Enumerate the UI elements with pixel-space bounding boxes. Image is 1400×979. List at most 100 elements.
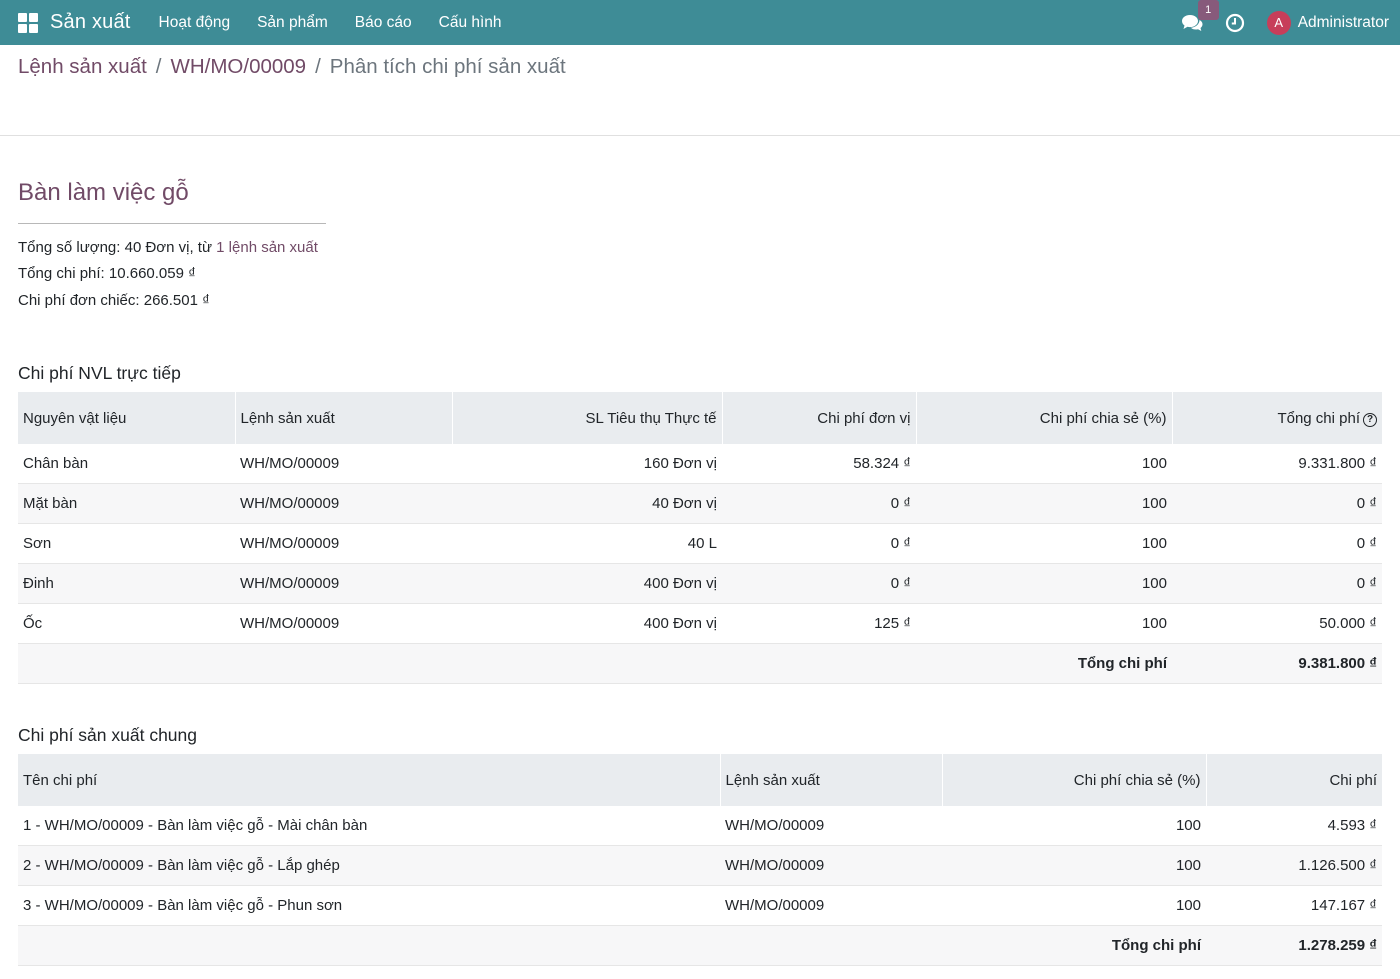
cell-share: 100 <box>916 444 1172 484</box>
overhead-section-title: Chi phí sản xuất chung <box>18 725 198 745</box>
header-divider <box>0 135 1400 136</box>
materials-section-title: Chi phí NVL trực tiếp <box>18 363 181 383</box>
empty-cell <box>720 925 942 966</box>
table-row: 1 - WH/MO/00009 - Bàn làm việc gỗ - Mài … <box>18 806 1382 846</box>
cell-material: Đinh <box>18 563 235 604</box>
menu-hoat-dong[interactable]: Hoạt động <box>159 14 231 32</box>
table-row: Ốc WH/MO/00009 400 Đơn vị 125 ₫ 100 50.0… <box>18 603 1382 644</box>
col-total-cost-label: Tổng chi phí <box>1277 409 1360 427</box>
cell-material: Sơn <box>18 523 235 564</box>
total-label: Tổng chi phí <box>916 643 1172 684</box>
empty-cell <box>18 643 235 684</box>
messages-button[interactable]: 1 <box>1181 0 1219 33</box>
cell-total: 0 ₫ <box>1172 563 1382 604</box>
cell-cost: 147.167 ₫ <box>1206 885 1382 926</box>
menu-san-pham[interactable]: Sản phẩm <box>257 14 328 32</box>
cell-order: WH/MO/00009 <box>235 563 452 604</box>
col-unit-cost: Chi phí đơn vị <box>722 392 917 444</box>
summary-unit-cost: Chi phí đơn chiếc: 266.501 ₫ <box>18 292 210 309</box>
cell-qty: 400 Đơn vị <box>452 563 722 604</box>
empty-cell <box>452 643 722 684</box>
total-value: 9.381.800 ₫ <box>1172 643 1382 684</box>
cell-cost: 4.593 ₫ <box>1206 806 1382 846</box>
cell-unit-cost: 58.324 ₫ <box>722 444 916 484</box>
cell-share: 100 <box>916 483 1172 524</box>
cell-order: WH/MO/00009 <box>235 483 452 524</box>
apps-grid-icon[interactable] <box>18 12 38 33</box>
cell-order: WH/MO/00009 <box>235 523 452 564</box>
total-row: Tổng chi phí 1.278.259 ₫ <box>18 925 1382 966</box>
cell-total: 0 ₫ <box>1172 483 1382 524</box>
cell-order: WH/MO/00009 <box>235 444 452 484</box>
cell-total: 0 ₫ <box>1172 523 1382 564</box>
breadcrumb-current: Phân tích chi phí sản xuất <box>329 55 566 78</box>
activity-clock-icon[interactable] <box>1225 13 1245 33</box>
table-row: Chân bàn WH/MO/00009 160 Đơn vị 58.324 ₫… <box>18 444 1382 484</box>
total-row: Tổng chi phí 9.381.800 ₫ <box>18 643 1382 684</box>
table-row: Mặt bàn WH/MO/00009 40 Đơn vị 0 ₫ 100 0 … <box>18 483 1382 524</box>
table-row: Sơn WH/MO/00009 40 L 0 ₫ 100 0 ₫ <box>18 523 1382 564</box>
help-icon[interactable]: ? <box>1363 412 1377 427</box>
user-avatar[interactable]: A <box>1266 10 1291 35</box>
empty-cell <box>235 643 452 684</box>
cell-cost-name: 2 - WH/MO/00009 - Bàn làm việc gỗ - Lắp … <box>18 845 720 886</box>
col-material: Nguyên vật liệu <box>18 392 236 444</box>
cell-total: 9.331.800 ₫ <box>1172 444 1382 484</box>
empty-cell <box>18 925 720 966</box>
cell-share: 100 <box>916 603 1172 644</box>
cell-total: 50.000 ₫ <box>1172 603 1382 644</box>
cell-material: Mặt bàn <box>18 483 235 524</box>
cell-share: 100 <box>916 523 1172 564</box>
cell-unit-cost: 0 ₫ <box>722 483 916 524</box>
table-row: 2 - WH/MO/00009 - Bàn làm việc gỗ - Lắp … <box>18 845 1382 886</box>
messages-count-badge: 1 <box>1197 0 1219 20</box>
cell-qty: 40 L <box>452 523 722 564</box>
total-value: 1.278.259 ₫ <box>1206 925 1382 966</box>
col-total-cost: Tổng chi phí? <box>1172 392 1382 444</box>
cell-unit-cost: 0 ₫ <box>722 523 916 564</box>
cell-unit-cost: 125 ₫ <box>722 603 916 644</box>
table-row: Đinh WH/MO/00009 400 Đơn vị 0 ₫ 100 0 ₫ <box>18 563 1382 604</box>
empty-cell <box>722 643 916 684</box>
cell-unit-cost: 0 ₫ <box>722 563 916 604</box>
cell-order: WH/MO/00009 <box>235 603 452 644</box>
cell-cost-name: 1 - WH/MO/00009 - Bàn làm việc gỗ - Mài … <box>18 806 720 846</box>
cell-share: 100 <box>942 806 1206 846</box>
col-cost: Chi phí <box>1206 754 1382 806</box>
col-cost-name: Tên chi phí <box>18 754 721 806</box>
cell-order: WH/MO/00009 <box>720 845 942 886</box>
product-title: Bàn làm việc gỗ <box>18 179 189 206</box>
app-brand[interactable]: Sản xuất <box>50 11 131 34</box>
breadcrumb-orders[interactable]: Lệnh sản xuất <box>18 55 147 78</box>
menu-bao-cao[interactable]: Báo cáo <box>355 14 412 32</box>
cell-qty: 40 Đơn vị <box>452 483 722 524</box>
cell-qty: 160 Đơn vị <box>452 444 722 484</box>
breadcrumb-separator: / <box>155 55 162 78</box>
breadcrumb-separator: / <box>315 55 321 78</box>
cell-share: 100 <box>916 563 1172 604</box>
total-label: Tổng chi phí <box>942 925 1206 966</box>
table-row: 3 - WH/MO/00009 - Bàn làm việc gỗ - Phun… <box>18 885 1382 926</box>
title-underline <box>18 223 326 224</box>
top-navbar: Sản xuất Hoạt động Sản phẩm Báo cáo Cấu … <box>0 0 1400 45</box>
cell-material: Ốc <box>18 603 235 644</box>
col-actual-qty: SL Tiêu thụ Thực tế <box>452 392 723 444</box>
cell-order: WH/MO/00009 <box>720 806 942 846</box>
cell-share: 100 <box>942 845 1206 886</box>
summary-total-cost: Tổng chi phí: 10.660.059 ₫ <box>18 265 196 282</box>
breadcrumb: Lệnh sản xuất / WH/MO/00009 / Phân tích chi … <box>18 55 566 79</box>
user-name[interactable]: Administrator <box>1298 14 1389 32</box>
cell-material: Chân bàn <box>18 444 235 484</box>
cell-cost-name: 3 - WH/MO/00009 - Bàn làm việc gỗ - Phun… <box>18 885 720 926</box>
cell-cost: 1.126.500 ₫ <box>1206 845 1382 886</box>
col-share: Chi phí chia sẻ (%) <box>942 754 1207 806</box>
breadcrumb-record[interactable]: WH/MO/00009 <box>171 55 307 78</box>
summary-quantity-text: Tổng số lượng: 40 Đơn vị, từ <box>18 239 217 256</box>
col-order: Lệnh sản xuất <box>720 754 943 806</box>
menu-cau-hinh[interactable]: Cấu hình <box>439 14 502 32</box>
summary-quantity: Tổng số lượng: 40 Đơn vị, từ 1 lệnh sản … <box>18 239 318 256</box>
col-share: Chi phí chia sẻ (%) <box>916 392 1173 444</box>
materials-table: Nguyên vật liệu Lệnh sản xuất SL Tiêu th… <box>18 392 1382 684</box>
production-orders-link[interactable]: 1 lệnh sản xuất <box>216 239 318 256</box>
cell-share: 100 <box>942 885 1206 926</box>
